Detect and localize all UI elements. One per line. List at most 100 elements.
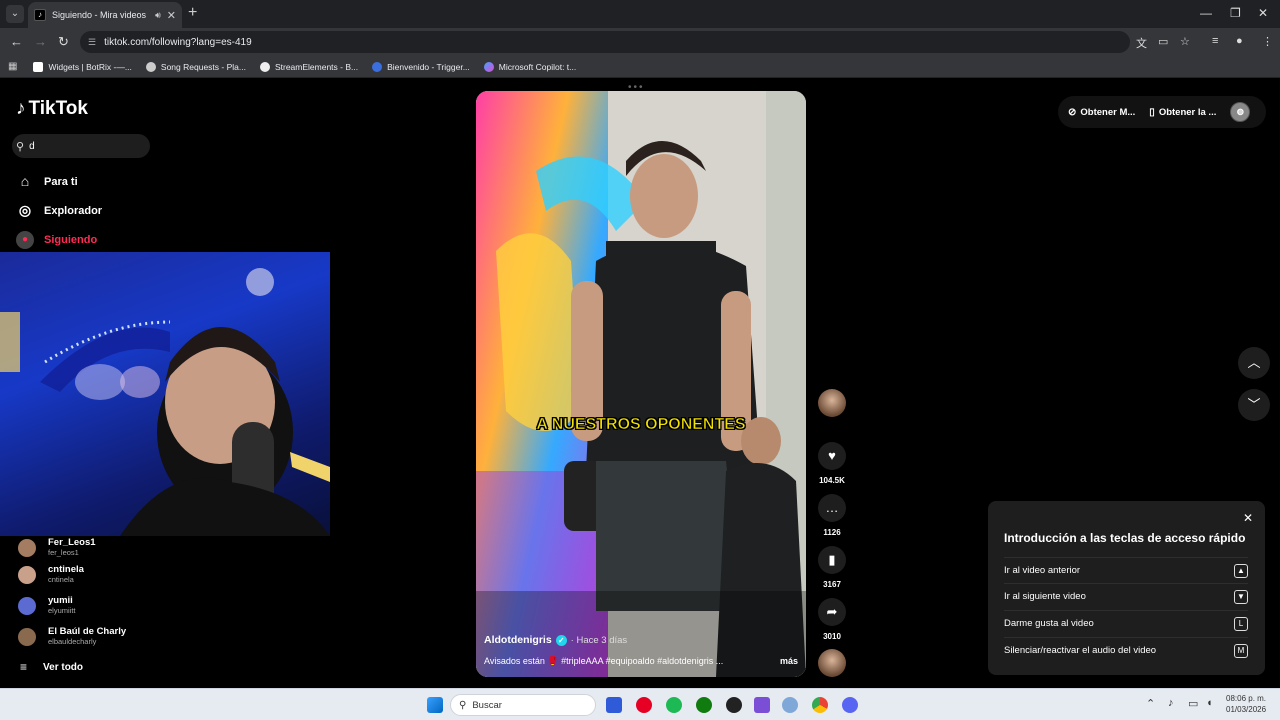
video-author[interactable]: Aldotdenigris ✓ · Hace 3 días [484,634,627,646]
share-icon: ➦ [818,598,846,626]
key-down-icon: ▼ [1234,589,1248,604]
coin-icon: ⊘ [1068,106,1077,118]
tiktok-logo[interactable]: ♪ TikTok [16,98,88,120]
bookmark-item[interactable]: Song Requests - Pla... [145,61,246,72]
video-player[interactable]: A NUESTROS OPONENTES Aldotdenigris ✓ · H… [476,91,806,677]
nav-para-ti[interactable]: ⌂ Para ti [16,173,78,191]
browser-tab[interactable]: ♪ Siguiendo - Mira videos pu 🔊︎ ✕ [28,2,182,28]
shortcut-row: Ir al siguiente video ▼ [1004,583,1248,609]
see-all-button[interactable]: ≡ Ver todo [20,660,83,674]
streamelements-icon [259,61,270,72]
bookmark-item[interactable]: Widgets | BotRix -—... [33,61,132,72]
nav-explorador[interactable]: ◎ Explorador [16,202,102,220]
search-value: d [29,140,35,152]
comment-button[interactable]: … 1126 [818,494,846,537]
profile-avatar[interactable]: ◍ [1230,102,1251,122]
windows-start-icon[interactable] [427,697,443,713]
save-button[interactable]: ▮ 3167 [818,546,846,589]
discord-icon[interactable] [842,697,858,713]
shortcuts-title: Introducción a las teclas de acceso rápi… [1004,531,1246,545]
search-input[interactable]: ⚲ d [12,134,150,158]
video-caption: A NUESTROS OPONENTES [536,416,746,434]
copilot-icon [483,61,494,72]
forward-icon[interactable]: → [34,34,47,49]
obs-icon[interactable] [726,697,742,713]
get-app-button[interactable]: ▯ Obtener la ... [1149,107,1216,118]
close-tab-icon[interactable]: ✕ [167,9,176,22]
bookmark-item[interactable]: Microsoft Copilot: t... [483,61,576,72]
trigger-icon [372,61,383,72]
restore-icon[interactable]: ❐ [1230,6,1241,20]
get-coins-button[interactable]: ⊘ Obtener M... [1068,107,1135,118]
speaker-icon[interactable]: 🔊︎ [155,10,161,21]
list-icon: ≡ [20,660,28,674]
address-bar-row: ← → ↻ ☰ tiktok.com/following?lang=es-419… [0,28,1280,56]
shortcuts-panel: ✕ Introducción a las teclas de acceso rá… [988,501,1265,675]
share-button[interactable]: ➦ 3010 [818,598,846,641]
microphone-icon[interactable]: ♪ [1168,697,1174,709]
chrome-icon[interactable] [812,697,828,713]
snipping-icon[interactable] [754,697,770,713]
apps-grid-icon[interactable]: ▦ [8,61,17,72]
comment-icon: … [818,494,846,522]
shortcut-row: Darme gusta al video L [1004,610,1248,636]
following-item[interactable]: El Baúl de Charly elbauldecharly [18,627,126,646]
following-item[interactable]: cntinela cntinela [18,565,84,584]
webcam-image [0,268,330,536]
taskbar-search[interactable]: ⚲ Buscar [450,694,596,716]
video-frame [476,91,806,677]
key-l-icon: L [1234,616,1248,631]
new-tab-button[interactable]: + [188,4,197,22]
chevron-up-icon: ︿ [1247,355,1261,370]
close-icon[interactable]: ✕ [1243,511,1253,525]
sound-avatar[interactable] [818,649,846,677]
following-item[interactable]: Fer_Leos1 fer_leos1 [18,538,96,557]
key-m-icon: M [1234,643,1248,658]
site-info-icon[interactable]: ☰ [88,37,96,48]
diamond-icon [33,61,44,72]
settings-icon[interactable] [782,697,798,713]
profile-icon[interactable]: ● [1236,35,1243,47]
avatar [18,596,36,615]
following-avatar-icon: ● [16,231,34,249]
search-icon: ⚲ [459,699,467,711]
next-video-button[interactable]: ﹀ [1238,389,1270,421]
spotify-icon[interactable] [666,697,682,713]
pinterest-icon[interactable] [636,697,652,713]
close-window-icon[interactable]: ✕ [1258,6,1268,20]
browser-tab-bar: ⌄ ♪ Siguiendo - Mira videos pu 🔊︎ ✕ + — … [0,0,1280,28]
back-icon[interactable]: ← [10,34,23,49]
top-right-bar: ⊘ Obtener M... ▯ Obtener la ... ◍ [1058,96,1266,128]
network-icon[interactable]: ▭ [1188,697,1198,710]
media-controls-icon[interactable]: ≡ [1212,35,1218,47]
taskbar-clock[interactable]: 08:06 p. m. 01/03/2026 [1226,693,1266,715]
video-date: · Hace 3 días [570,634,628,646]
tray-chevron-icon[interactable]: ⌃ [1146,697,1155,710]
browser-menu-icon[interactable]: ⋮ [1262,35,1273,48]
compass-icon: ◎ [18,202,32,218]
more-link[interactable]: más [780,656,798,667]
xbox-icon[interactable] [696,697,712,713]
controller-icon [145,61,156,72]
creator-avatar[interactable] [818,389,846,417]
url-field[interactable]: ☰ tiktok.com/following?lang=es-419 [80,31,1130,53]
reload-icon[interactable]: ↻ [58,34,69,50]
previous-video-button[interactable]: ︿ [1238,347,1270,379]
tiktok-page: ♪ TikTok ⚲ d ⌂ Para ti ◎ Explorador ● Si… [0,78,1280,688]
bookmark-item[interactable]: Bienvenido - Trigger... [372,61,470,72]
volume-icon[interactable]: ◖ [1206,697,1213,709]
app-icon[interactable] [606,697,622,713]
following-item[interactable]: yumii elyumiitt [18,596,76,615]
windows-taskbar: ⚲ Buscar ⌃ ♪ ▭ ◖ 08:06 p. m. 01/03/2026 [0,688,1280,720]
cast-icon[interactable]: ▭ [1158,35,1168,48]
like-button[interactable]: ♥ 104.5K [818,442,846,485]
bookmark-item[interactable]: StreamElements - B... [259,61,358,72]
bookmark-star-icon[interactable]: ☆ [1180,35,1190,48]
search-icon: ⚲ [16,140,25,153]
webcam-overlay [0,252,330,536]
nav-siguiendo[interactable]: ● Siguiendo [16,231,97,249]
tab-search-button[interactable]: ⌄ [6,5,24,23]
minimize-icon[interactable]: — [1200,6,1212,20]
shortcut-row: Ir al video anterior ▲ [1004,557,1248,583]
translate-icon[interactable]: 文 [1136,35,1147,51]
